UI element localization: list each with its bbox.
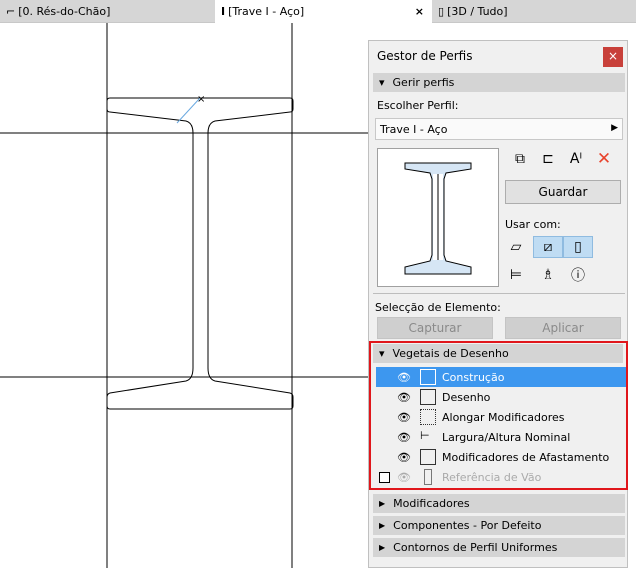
profile-manager-panel: Gestor de Perfis × ▾ Gerir perfis Escolhe… <box>368 40 628 568</box>
capture-button[interactable]: Capturar <box>377 317 493 339</box>
new-profile-icon[interactable]: ⧉ <box>509 148 531 170</box>
tab-bar: ⌐ [0. Rés-do-Chão] I [Trave I - Aço] × ▯ [3… <box>0 0 636 23</box>
element-selection-label: Selecção de Elemento: <box>375 301 501 314</box>
panel-title: Gestor de Perfis <box>369 41 627 71</box>
section-manage-profiles[interactable]: ▾ Gerir perfis <box>373 73 625 92</box>
tab-beam-profile[interactable]: I [Trave I - Aço] × <box>215 0 432 23</box>
anchor-point-icon: × <box>197 94 205 105</box>
list-item-offset-modifiers[interactable]: 👁 Modificadores de Afastamento <box>376 447 626 467</box>
eye-icon[interactable]: 👁 <box>396 471 412 484</box>
wall-icon[interactable]: ▱ <box>505 236 527 258</box>
collapse-arrow-icon: ▾ <box>379 347 385 360</box>
profile-preview <box>377 148 499 287</box>
drawing-icon <box>420 389 436 405</box>
rename-icon[interactable]: Aᴵ <box>565 148 587 170</box>
stretch-icon <box>420 409 436 425</box>
info-icon[interactable]: ⓘ <box>567 264 589 286</box>
ibeam-icon: I <box>221 5 226 18</box>
offset-icon <box>420 449 436 465</box>
eye-icon[interactable]: 👁 <box>396 451 412 464</box>
list-item-stretch-modifiers[interactable]: 👁 Alongar Modificadores <box>376 407 626 427</box>
beam-icon[interactable]: ⧄ <box>533 236 563 258</box>
3d-box-icon: ▯ <box>438 5 445 18</box>
expand-arrow-icon: ▶ <box>379 543 386 552</box>
construction-icon <box>420 369 436 385</box>
profile-dropdown[interactable]: Trave I - Aço ▶ <box>375 118 623 140</box>
railing-icon[interactable]: ⊨ <box>505 264 527 286</box>
chevron-right-icon: ▶ <box>611 123 618 133</box>
duplicate-profile-icon[interactable]: ⊏ <box>537 148 559 170</box>
delete-icon[interactable]: ✕ <box>593 148 615 170</box>
eye-icon[interactable]: 👁 <box>396 431 412 444</box>
object-chair-icon[interactable]: ♗ <box>537 264 559 286</box>
eye-icon[interactable]: 👁 <box>396 411 412 424</box>
column-icon[interactable]: ▯ <box>563 236 593 258</box>
section-uniform-contours[interactable]: ▶ Contornos de Perfil Uniformes <box>373 538 625 557</box>
close-tab-icon[interactable]: × <box>415 5 424 18</box>
section-components[interactable]: ▶ Componentes - Por Defeito <box>373 516 625 535</box>
close-button[interactable]: × <box>603 47 623 67</box>
span-icon <box>424 469 432 485</box>
tab-3d[interactable]: ▯ [3D / Tudo] <box>432 0 636 23</box>
apply-button[interactable]: Aplicar <box>505 317 621 339</box>
divider <box>373 293 625 294</box>
save-button[interactable]: Guardar <box>505 180 621 204</box>
list-item-drawing[interactable]: 👁 Desenho <box>376 387 626 407</box>
list-item-construction[interactable]: 👁 Construção <box>376 367 626 387</box>
eye-icon[interactable]: 👁 <box>396 391 412 404</box>
ibeam-profile <box>106 97 294 410</box>
list-item-span-reference[interactable]: 👁 Referência de Vão <box>376 467 626 487</box>
section-drawing-layers[interactable]: ▾ Vegetais de Desenho <box>373 344 623 363</box>
highlight-box: ▾ Vegetais de Desenho 👁 Construção 👁 Desenh… <box>369 341 628 490</box>
section-modifiers[interactable]: ▶ Modificadores <box>373 494 625 513</box>
expand-arrow-icon: ▶ <box>379 521 386 530</box>
use-with-label: Usar com: <box>505 218 561 231</box>
dimension-icon: ⊢ <box>420 429 430 442</box>
expand-arrow-icon: ▶ <box>379 499 386 508</box>
checkbox[interactable] <box>379 471 390 483</box>
eye-icon[interactable]: 👁 <box>396 371 412 384</box>
list-item-nominal-size[interactable]: 👁 ⊢ Largura/Altura Nominal <box>376 427 626 447</box>
collapse-arrow-icon: ▾ <box>379 76 385 89</box>
choose-profile-label: Escolher Perfil: <box>377 99 459 112</box>
tab-floor-plan[interactable]: ⌐ [0. Rés-do-Chão] <box>0 0 215 23</box>
floor-plan-icon: ⌐ <box>6 5 16 18</box>
